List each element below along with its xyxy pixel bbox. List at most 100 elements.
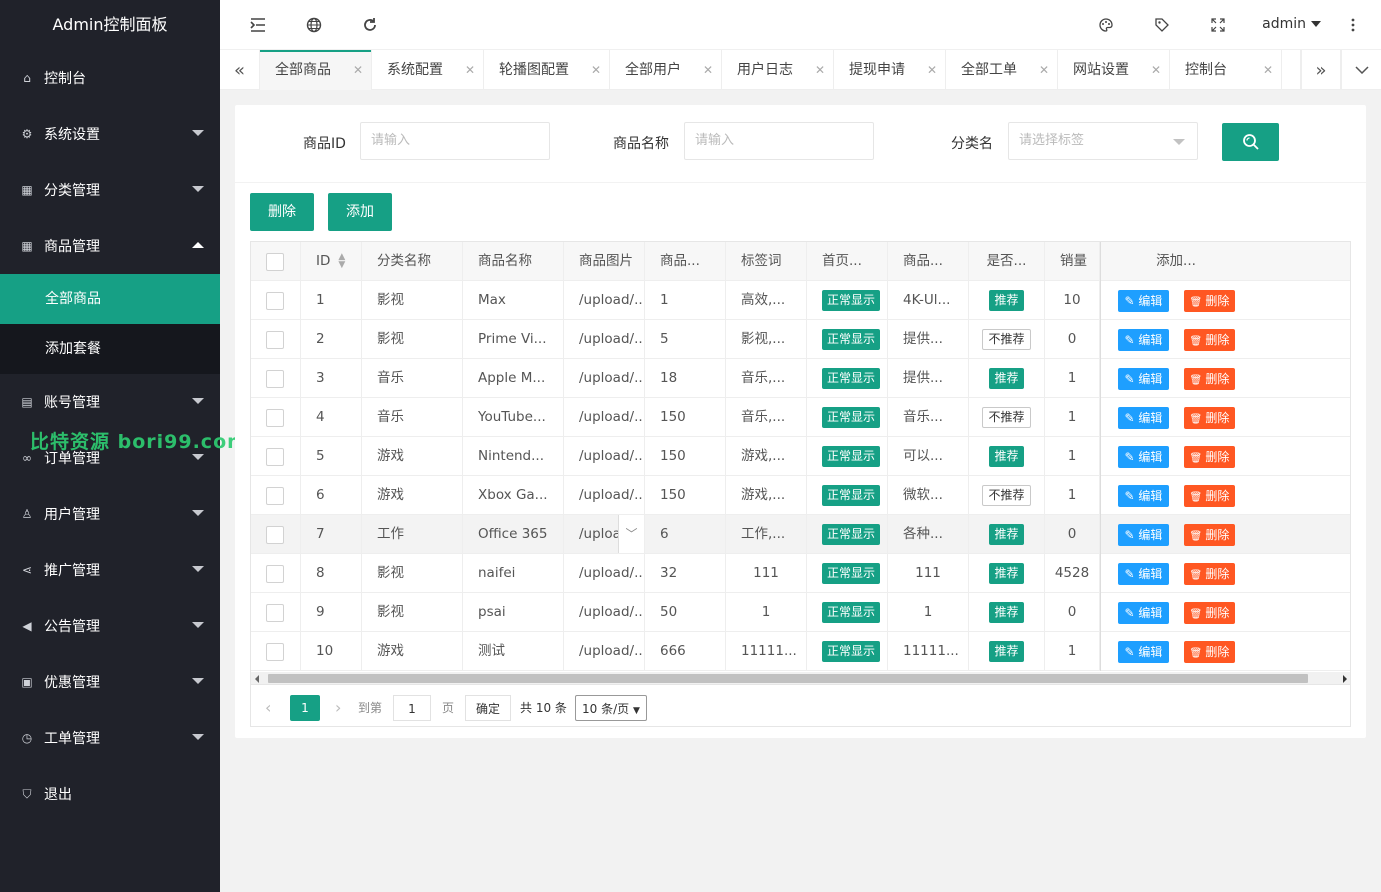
tabs-scroll-left-icon[interactable]: « [220, 50, 260, 90]
close-icon[interactable]: ✕ [465, 50, 475, 90]
row-checkbox[interactable] [266, 370, 284, 388]
submenu-item[interactable]: 添加套餐 [0, 324, 220, 374]
goto-page-input[interactable]: 1 [393, 695, 431, 721]
close-icon[interactable]: ✕ [1151, 50, 1161, 90]
prev-page-icon[interactable]: ‹ [265, 695, 271, 721]
delete-button[interactable]: 🗑 删除 [1184, 368, 1235, 390]
close-icon[interactable]: ✕ [815, 50, 825, 90]
tabs-scroll-right-icon[interactable]: » [1301, 50, 1341, 90]
edit-button[interactable]: ✎ 编辑 [1118, 368, 1169, 390]
status-badge[interactable]: 正常显示 [822, 368, 881, 389]
tab-item[interactable]: 控制台 ✕ [1170, 50, 1282, 90]
delete-button[interactable]: 🗑 删除 [1184, 641, 1235, 663]
row-checkbox[interactable] [266, 331, 284, 349]
status-badge[interactable]: 正常显示 [822, 641, 881, 662]
edit-button[interactable]: ✎ 编辑 [1118, 485, 1169, 507]
row-checkbox[interactable] [266, 487, 284, 505]
page-current[interactable]: 1 [290, 695, 320, 721]
sort-icon[interactable]: ▲ ▼ [338, 253, 345, 270]
row-checkbox[interactable] [266, 604, 284, 622]
delete-button[interactable]: 🗑 删除 [1184, 290, 1235, 312]
recommend-toggle[interactable]: 不推荐 [982, 485, 1031, 506]
sidebar-menu-item[interactable]: ⌂ 控制台 [0, 50, 220, 106]
globe-icon[interactable] [304, 15, 324, 35]
status-badge[interactable]: 正常显示 [822, 602, 881, 623]
page-size-select[interactable]: 10 条/页 ▼ [575, 695, 647, 721]
status-badge[interactable]: 正常显示 [822, 524, 881, 545]
tab-item[interactable]: 全部用户 ✕ [610, 50, 722, 90]
recommend-toggle[interactable]: 不推荐 [982, 329, 1031, 350]
select-all-checkbox[interactable] [266, 253, 284, 271]
delete-button[interactable]: 🗑 删除 [1184, 329, 1235, 351]
status-badge[interactable]: 正常显示 [822, 290, 881, 311]
theme-icon[interactable] [1096, 15, 1116, 35]
scroll-left-arrow-icon[interactable] [255, 675, 259, 683]
edit-button[interactable]: ✎ 编辑 [1118, 290, 1169, 312]
tab-item[interactable]: 系统配置 ✕ [372, 50, 484, 90]
tab-item[interactable]: 全部工单 ✕ [946, 50, 1058, 90]
sidebar-menu-item[interactable]: ◀ 公告管理 [0, 598, 220, 654]
filter-id-input[interactable]: 请输入 [360, 122, 550, 160]
goto-confirm-button[interactable]: 确定 [465, 695, 512, 721]
menu-fold-icon[interactable] [248, 15, 268, 35]
close-icon[interactable]: ✕ [703, 50, 713, 90]
recommend-toggle[interactable]: 推荐 [989, 563, 1024, 584]
sidebar-menu-item[interactable]: ▤ 账号管理 [0, 374, 220, 430]
edit-button[interactable]: ✎ 编辑 [1118, 407, 1169, 429]
expand-cell-icon[interactable]: ﹀ [618, 515, 644, 553]
recommend-toggle[interactable]: 不推荐 [982, 407, 1031, 428]
sidebar-menu-item[interactable]: ∞ 订单管理 [0, 430, 220, 486]
delete-button[interactable]: 🗑 删除 [1184, 407, 1235, 429]
submenu-item[interactable]: 全部商品 [0, 274, 220, 324]
row-checkbox[interactable] [266, 292, 284, 310]
search-button[interactable] [1222, 123, 1279, 161]
delete-button[interactable]: 🗑 删除 [1184, 485, 1235, 507]
tab-item[interactable]: 轮播图配置 ✕ [484, 50, 610, 90]
recommend-toggle[interactable]: 推荐 [989, 446, 1024, 467]
edit-button[interactable]: ✎ 编辑 [1118, 329, 1169, 351]
status-badge[interactable]: 正常显示 [822, 329, 881, 350]
sidebar-menu-item[interactable]: ▣ 优惠管理 [0, 654, 220, 710]
close-icon[interactable]: ✕ [1263, 50, 1273, 90]
close-icon[interactable]: ✕ [927, 50, 937, 90]
sidebar-menu-item[interactable]: ◷ 工单管理 [0, 710, 220, 766]
sidebar-menu-item[interactable]: ▦ 分类管理 [0, 162, 220, 218]
close-icon[interactable]: ✕ [353, 50, 363, 90]
tabs-dropdown-icon[interactable] [1341, 50, 1381, 90]
more-vertical-icon[interactable] [1343, 15, 1363, 35]
tab-item[interactable]: 提现申请 ✕ [834, 50, 946, 90]
row-checkbox[interactable] [266, 409, 284, 427]
close-icon[interactable]: ✕ [591, 50, 601, 90]
edit-button[interactable]: ✎ 编辑 [1118, 524, 1169, 546]
edit-button[interactable]: ✎ 编辑 [1118, 563, 1169, 585]
scrollbar-thumb[interactable] [268, 674, 1308, 683]
next-page-icon[interactable]: › [335, 695, 341, 721]
fullscreen-icon[interactable] [1208, 15, 1228, 35]
user-menu[interactable]: admin [1262, 16, 1321, 32]
delete-button[interactable]: 🗑 删除 [1184, 446, 1235, 468]
tab-item[interactable]: 网站设置 ✕ [1058, 50, 1170, 90]
row-checkbox[interactable] [266, 643, 284, 661]
horizontal-scrollbar[interactable] [251, 672, 1350, 684]
scroll-right-arrow-icon[interactable] [1343, 675, 1347, 683]
edit-button[interactable]: ✎ 编辑 [1118, 602, 1169, 624]
refresh-icon[interactable] [360, 15, 380, 35]
status-badge[interactable]: 正常显示 [822, 563, 881, 584]
tab-item[interactable]: 用户日志 ✕ [722, 50, 834, 90]
delete-selected-button[interactable]: 删除 [250, 193, 314, 231]
close-icon[interactable]: ✕ [1039, 50, 1049, 90]
recommend-toggle[interactable]: 推荐 [989, 602, 1024, 623]
sidebar-menu-item[interactable]: ⛉ 退出 [0, 766, 220, 822]
status-badge[interactable]: 正常显示 [822, 446, 881, 467]
tag-icon[interactable] [1152, 15, 1172, 35]
row-checkbox[interactable] [266, 526, 284, 544]
status-badge[interactable]: 正常显示 [822, 485, 881, 506]
row-checkbox[interactable] [266, 565, 284, 583]
delete-button[interactable]: 🗑 删除 [1184, 563, 1235, 585]
row-checkbox[interactable] [266, 448, 284, 466]
filter-name-input[interactable]: 请输入 [684, 122, 874, 160]
sidebar-menu-item[interactable]: ⋖ 推广管理 [0, 542, 220, 598]
tab-item-partial[interactable] [1282, 50, 1301, 90]
delete-button[interactable]: 🗑 删除 [1184, 524, 1235, 546]
tab-item[interactable]: 全部商品 ✕ [260, 50, 372, 90]
